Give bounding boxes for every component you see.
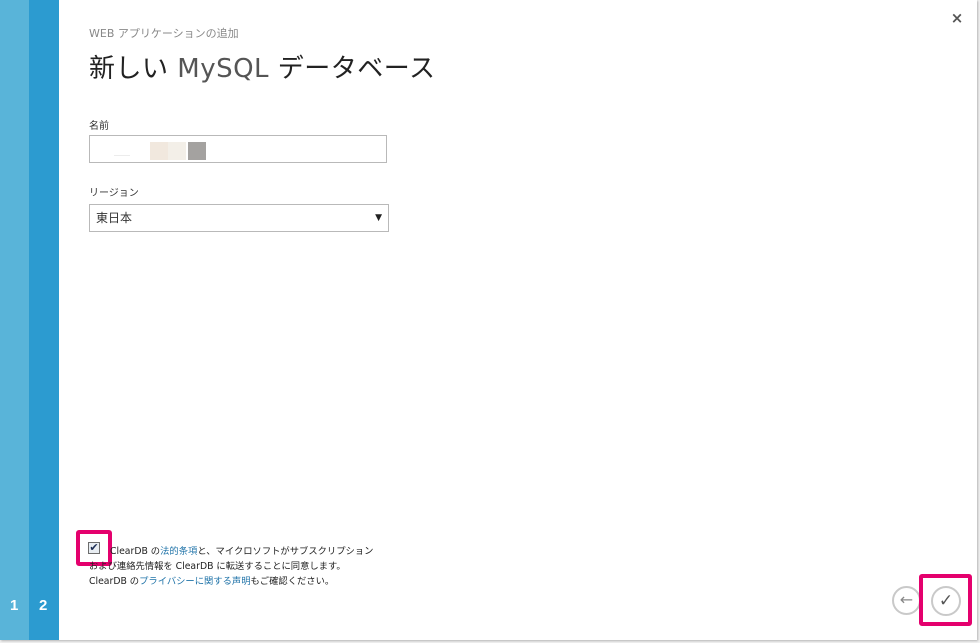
step-rail-column-2	[29, 0, 59, 640]
region-select-value: 東日本	[96, 211, 133, 225]
terms-line-1: ClearDB の法的条項と、マイクロソフトがサブスクリプション	[89, 544, 389, 559]
terms-text-1: ClearDB の	[110, 546, 161, 557]
privacy-statement-link[interactable]: プライバシーに関する声明	[139, 576, 250, 587]
terms-text-5: もご確認ください。	[250, 576, 335, 587]
back-arrow-icon[interactable]: ←	[892, 586, 921, 615]
legal-terms-link[interactable]: 法的条項	[160, 546, 197, 557]
step-rail-column-1	[0, 0, 29, 640]
step-1-indicator[interactable]: 1	[10, 597, 18, 614]
title-part-new: 新しい	[89, 54, 178, 84]
redacted-text	[114, 155, 130, 156]
confirm-button-highlight: ✓	[919, 574, 972, 626]
step-rail: 1 2	[0, 0, 59, 640]
redacted-block	[150, 142, 168, 160]
step-2-indicator[interactable]: 2	[39, 597, 47, 614]
name-input[interactable]	[89, 135, 387, 163]
redacted-block	[188, 142, 206, 160]
region-label: リージョン	[89, 188, 139, 199]
region-select[interactable]: 東日本 ▼	[89, 204, 389, 232]
terms-text-2: と、マイクロソフトがサブスクリプション	[197, 546, 374, 557]
redacted-block	[168, 142, 186, 160]
add-mysql-dialog: 1 2 × WEB アプリケーションの追加 新しい MySQL データベース 名…	[0, 0, 977, 640]
checkmark-icon[interactable]: ✓	[931, 586, 961, 616]
title-part-mysql: MySQL	[177, 54, 270, 84]
terms-line-3: ClearDB のプライバシーに関する声明もご確認ください。	[89, 574, 389, 589]
close-icon[interactable]: ×	[950, 11, 964, 26]
page-title: 新しい MySQL データベース	[89, 48, 436, 85]
terms-line-2: および連絡先情報を ClearDB に転送することに同意します。	[89, 561, 346, 572]
title-part-database: データベース	[269, 54, 436, 84]
terms-text-4: ClearDB の	[89, 576, 140, 587]
dialog-subtitle: WEB アプリケーションの追加	[89, 27, 239, 40]
dropdown-arrow-icon: ▼	[375, 213, 382, 223]
terms-text: ClearDB の法的条項と、マイクロソフトがサブスクリプション および連絡先情…	[89, 544, 389, 589]
name-label: 名前	[89, 121, 109, 132]
